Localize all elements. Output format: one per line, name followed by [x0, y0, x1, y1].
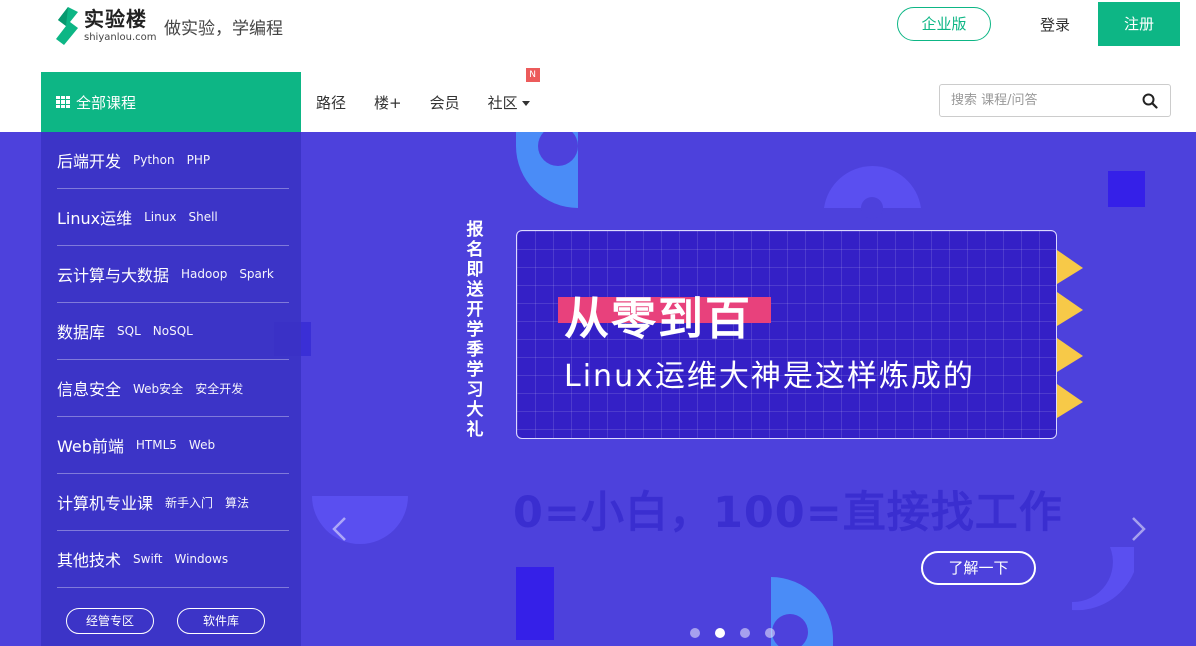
register-button[interactable]: 注册 [1098, 2, 1180, 46]
category-tag[interactable]: PHP [187, 153, 211, 167]
category-label: Web前端 [57, 437, 124, 456]
category-label: 后端开发 [57, 152, 122, 171]
all-courses-button[interactable]: 全部课程 [41, 72, 301, 132]
carousel-dot[interactable] [740, 628, 750, 638]
learn-more-button[interactable]: 了解一下 [921, 551, 1036, 585]
category-tag[interactable]: 算法 [225, 494, 249, 511]
enterprise-button[interactable]: 企业版 [897, 7, 991, 41]
logo-title: 实验楼 [84, 7, 147, 31]
chevron-down-icon [521, 100, 530, 106]
carousel-dots [690, 628, 790, 638]
category-label: 其他技术 [57, 551, 122, 570]
category-label: 信息安全 [57, 380, 122, 399]
category-label: 云计算与大数据 [57, 266, 170, 285]
nav-item-paths[interactable]: 路径 [316, 92, 346, 113]
category-other[interactable]: 其他技术 Swift Windows [57, 531, 289, 588]
banner-title: 从零到百 [564, 292, 753, 345]
category-tag[interactable]: Linux [144, 210, 176, 224]
site-slogan: 做实验，学编程 [164, 19, 283, 39]
next-arrow-icon[interactable] [1128, 516, 1148, 542]
category-tag[interactable]: Python [133, 153, 175, 167]
business-zone-button[interactable]: 经管专区 [66, 608, 154, 634]
nav-item-louplus[interactable]: 楼+ [374, 92, 402, 113]
category-label: 计算机专业课 [57, 494, 154, 513]
category-label: Linux运维 [57, 209, 133, 228]
promo-vertical-text: 报名即送开学季学习大礼 [466, 220, 484, 440]
category-cs-courses[interactable]: 计算机专业课 新手入门 算法 [57, 474, 289, 531]
category-security[interactable]: 信息安全 Web安全 安全开发 [57, 360, 289, 417]
category-tag[interactable]: Windows [175, 552, 229, 566]
category-tag[interactable]: NoSQL [153, 324, 193, 338]
logo-leaf-icon [56, 7, 78, 45]
category-tag[interactable]: Web [189, 438, 215, 452]
category-tag[interactable]: Spark [239, 267, 273, 281]
carousel-dot[interactable] [690, 628, 700, 638]
nav-item-vip[interactable]: 会员 [430, 92, 460, 113]
category-tag[interactable]: 安全开发 [195, 380, 243, 397]
search-icon[interactable] [1142, 93, 1158, 109]
category-tag[interactable]: Swift [133, 552, 162, 566]
main-nav: 全部课程 路径 楼+ 会员 社区 N [0, 67, 1196, 132]
carousel-dot-active[interactable] [715, 628, 725, 638]
nav-item-community-label: 社区 [487, 93, 518, 112]
category-frontend[interactable]: Web前端 HTML5 Web [57, 417, 289, 474]
banner-subtitle: Linux运维大神是这样炼成的 [564, 359, 975, 394]
nav-links: 路径 楼+ 会员 社区 N [316, 67, 558, 132]
sidebar-buttons: 经管专区 软件库 [66, 608, 288, 634]
category-tag[interactable]: HTML5 [136, 438, 177, 452]
category-cloud-bigdata[interactable]: 云计算与大数据 Hadoop Spark [57, 246, 289, 303]
site-logo[interactable]: 实验楼 shiyanlou.com [54, 6, 156, 46]
new-badge: N [525, 67, 540, 82]
category-tag[interactable]: Shell [188, 210, 217, 224]
category-tag[interactable]: Web安全 [133, 380, 183, 397]
site-header: 实验楼 shiyanlou.com 做实验，学编程 企业版 登录 注册 [0, 0, 1196, 72]
search-input[interactable] [940, 85, 1130, 116]
category-tag[interactable]: Hadoop [181, 267, 227, 281]
category-label: 数据库 [57, 323, 106, 342]
category-tag[interactable]: 新手入门 [165, 494, 213, 511]
all-courses-label: 全部课程 [76, 93, 137, 112]
category-tag[interactable]: SQL [117, 324, 141, 338]
banner-tagline: 0=小白，100=直接找工作 [513, 488, 1063, 538]
nav-item-community[interactable]: 社区 N [487, 67, 540, 113]
category-backend[interactable]: 后端开发 Python PHP [57, 132, 289, 189]
category-linux[interactable]: Linux运维 Linux Shell [57, 189, 289, 246]
category-database[interactable]: 数据库 SQL NoSQL [57, 303, 289, 360]
logo-domain: shiyanlou.com [84, 32, 157, 43]
search-box [939, 84, 1171, 117]
login-link[interactable]: 登录 [1040, 14, 1070, 35]
carousel-dot[interactable] [765, 628, 775, 638]
prev-arrow-icon[interactable] [330, 516, 350, 542]
software-library-button[interactable]: 软件库 [177, 608, 265, 634]
grid-icon [56, 95, 71, 109]
category-sidebar: 后端开发 Python PHP Linux运维 Linux Shell 云计算与… [41, 132, 301, 646]
